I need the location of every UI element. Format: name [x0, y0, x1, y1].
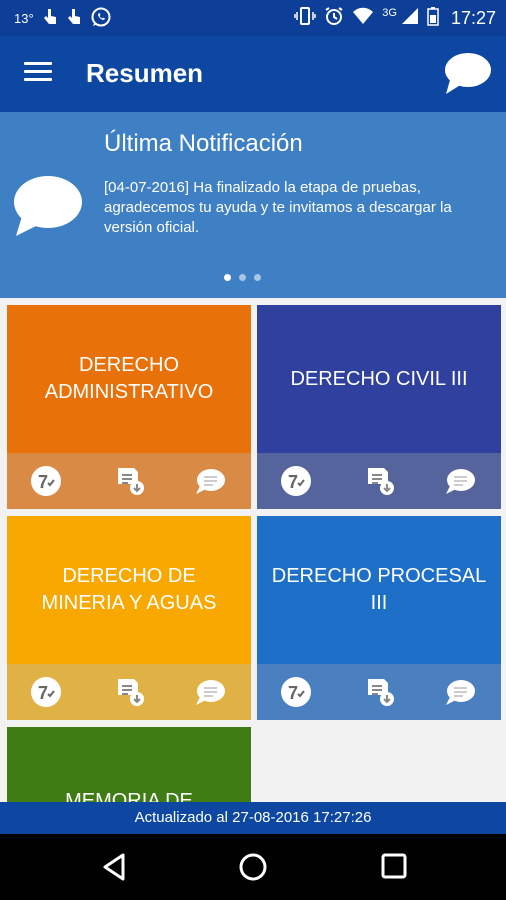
- pager-dot[interactable]: [254, 274, 261, 281]
- pager-dots[interactable]: [224, 274, 261, 281]
- course-tile[interactable]: DERECHO PROCESAL III 7: [257, 516, 501, 720]
- course-tile-header: DERECHO PROCESAL III: [257, 516, 501, 664]
- pager-dot[interactable]: [224, 274, 231, 281]
- comments-icon[interactable]: [195, 466, 225, 496]
- whatsapp-icon: [90, 6, 112, 31]
- attendance-icon[interactable]: 7: [281, 677, 311, 707]
- attendance-icon[interactable]: 7: [281, 466, 311, 496]
- app-bar: Resumen: [0, 36, 506, 112]
- wifi-icon: [352, 7, 374, 30]
- page-title: Resumen: [86, 58, 204, 88]
- chat-button[interactable]: [442, 50, 492, 98]
- gesture-icon: [66, 8, 82, 29]
- network-type-label: 3G: [382, 7, 397, 19]
- course-tile-header: DERECHO CIVIL III: [257, 305, 501, 453]
- back-icon: [103, 853, 125, 881]
- vibrate-icon: [294, 6, 317, 31]
- notification-text: [04-07-2016] Ha finalizado la etapa de p…: [104, 179, 452, 236]
- grades-download-icon[interactable]: [365, 677, 395, 707]
- signal-icon: [401, 7, 419, 30]
- home-icon: [239, 853, 267, 881]
- back-button[interactable]: [101, 852, 127, 887]
- clock: 17:27: [450, 7, 496, 28]
- grades-download-icon[interactable]: [115, 466, 145, 496]
- course-tile-actions: 7: [7, 664, 251, 720]
- course-name: MEMORIA DE: [65, 789, 193, 803]
- course-name: DERECHO ADMINISTRATIVO: [44, 354, 214, 403]
- course-name: DERECHO DE MINERIA Y AGUAS: [41, 565, 217, 614]
- grades-download-icon[interactable]: [365, 466, 395, 496]
- comments-icon[interactable]: [195, 677, 225, 707]
- chat-bubble-icon: [445, 53, 491, 94]
- alarm-icon: [324, 6, 344, 31]
- svg-text:7: 7: [38, 472, 48, 492]
- svg-text:7: 7: [288, 472, 298, 492]
- comments-icon[interactable]: [445, 466, 475, 496]
- course-name: DERECHO PROCESAL III: [271, 565, 487, 614]
- notification-title: Última Notificación: [104, 130, 303, 157]
- attendance-icon[interactable]: 7: [31, 466, 61, 496]
- status-bar: 13° 3G 17:27: [0, 0, 506, 36]
- svg-text:7: 7: [38, 683, 48, 703]
- course-tile[interactable]: DERECHO DE MINERIA Y AGUAS 7: [7, 516, 251, 720]
- pager-dot[interactable]: [239, 274, 246, 281]
- course-name: DERECHO CIVIL III: [290, 367, 468, 390]
- last-updated-bar: Actualizado al 27-08-2016 17:27:26: [0, 802, 506, 834]
- course-tile-header: DERECHO ADMINISTRATIVO: [7, 305, 251, 453]
- comments-icon[interactable]: [445, 677, 475, 707]
- course-tile[interactable]: DERECHO CIVIL III 7: [257, 305, 501, 509]
- recents-icon: [381, 853, 407, 879]
- course-tile-header: MEMORIA DE: [7, 727, 251, 802]
- svg-text:7: 7: [288, 683, 298, 703]
- home-button[interactable]: [238, 852, 268, 887]
- course-tile-actions: 7: [257, 453, 501, 509]
- chat-bubble-icon: [10, 174, 84, 243]
- course-tile-header: DERECHO DE MINERIA Y AGUAS: [7, 516, 251, 664]
- attendance-icon[interactable]: 7: [31, 677, 61, 707]
- course-tile[interactable]: DERECHO ADMINISTRATIVO 7: [7, 305, 251, 509]
- notification-banner[interactable]: Última Notificación [04-07-2016] Ha fina…: [0, 112, 506, 298]
- system-nav-bar: [0, 834, 506, 900]
- battery-icon: [427, 6, 439, 31]
- grades-download-icon[interactable]: [115, 677, 145, 707]
- menu-button[interactable]: [24, 62, 52, 84]
- course-tile[interactable]: MEMORIA DE: [7, 727, 251, 802]
- course-tile-actions: 7: [257, 664, 501, 720]
- gesture-icon: [42, 8, 58, 29]
- temperature-label: 13°: [14, 10, 34, 26]
- recents-button[interactable]: [380, 852, 408, 885]
- course-tile-actions: 7: [7, 453, 251, 509]
